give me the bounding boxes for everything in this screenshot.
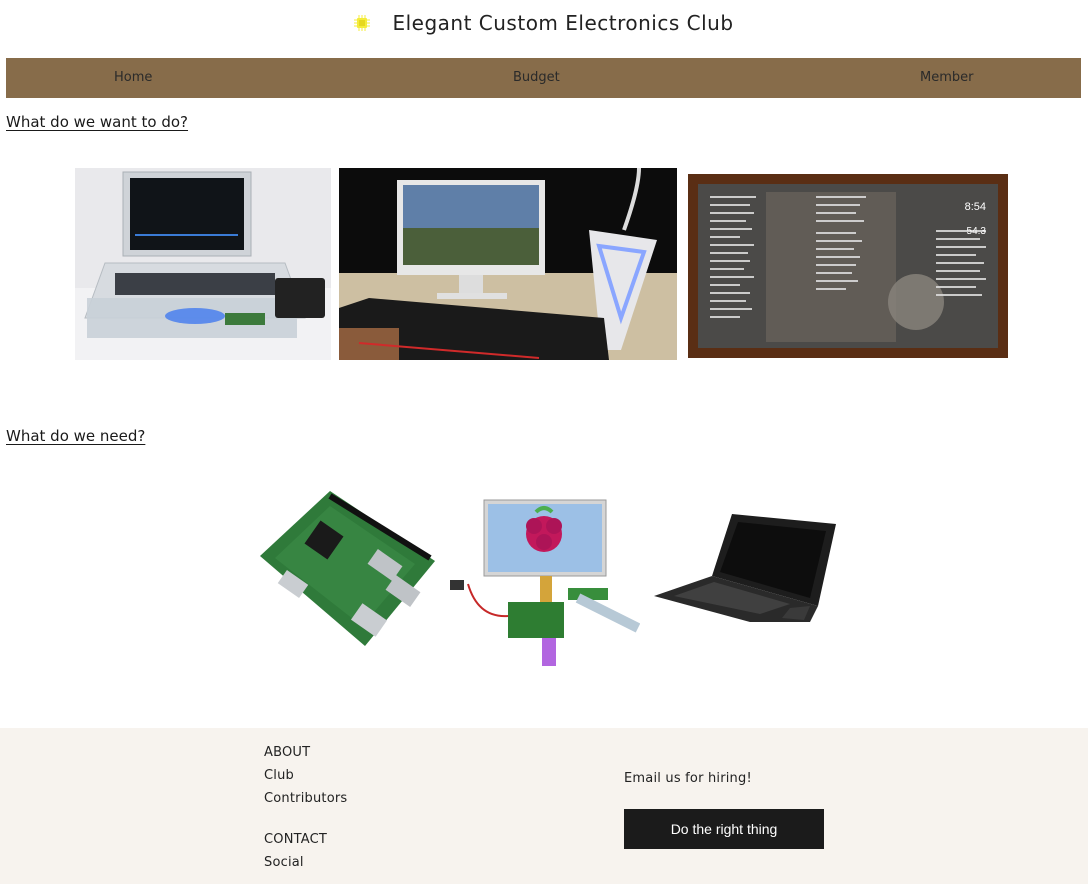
lcd-display-kit-image — [448, 498, 640, 666]
nav-item-budget[interactable]: Budget — [513, 70, 560, 85]
footer-link-club[interactable]: Club — [264, 768, 294, 783]
smart-mirror-image: 8:54 54.3 — [686, 172, 1010, 360]
acrylic-laptop-image — [75, 168, 331, 360]
nav-item-member[interactable]: Member — [920, 70, 973, 85]
site-footer: ABOUT Club Contributors CONTACT Social E… — [0, 728, 1088, 884]
main-nav: Home Budget Member — [6, 58, 1081, 98]
site-title[interactable]: Elegant Custom Electronics Club — [392, 11, 733, 35]
raspberry-pi-board-image — [250, 486, 440, 650]
mirror-time: 8:54 — [965, 201, 986, 213]
section-heading-want[interactable]: What do we want to do? — [6, 113, 188, 131]
email-hire-button[interactable]: Do the right thing — [624, 809, 824, 849]
footer-hire-text: Email us for hiring! — [624, 771, 752, 786]
section-heading-need[interactable]: What do we need? — [6, 427, 145, 445]
nav-item-home[interactable]: Home — [114, 70, 152, 85]
footer-about-heading: ABOUT — [264, 745, 311, 760]
footer-contact-heading: CONTACT — [264, 832, 328, 847]
mirror-temp: 54.3 — [967, 226, 987, 237]
gaming-pc-setup-image — [339, 168, 677, 360]
footer-link-social[interactable]: Social — [264, 855, 304, 870]
pi-laptop-case-image — [650, 510, 838, 626]
site-header: Elegant Custom Electronics Club — [0, 0, 1088, 46]
footer-link-contributors[interactable]: Contributors — [264, 791, 347, 806]
chip-icon — [354, 15, 371, 31]
